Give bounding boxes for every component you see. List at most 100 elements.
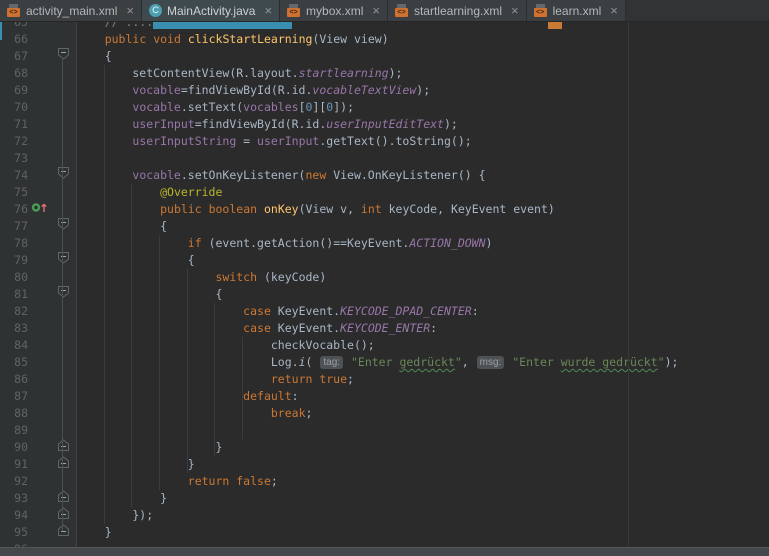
code-text: checkVocable(); bbox=[77, 338, 375, 352]
tab-activity_main-xml[interactable]: <>activity_main.xml× bbox=[0, 0, 142, 21]
constant-name: ACTION_DOWN bbox=[409, 236, 485, 250]
line-number[interactable]: 71 bbox=[0, 116, 28, 133]
code-line[interactable]: 75 @Override bbox=[0, 184, 769, 201]
code-line[interactable]: 73 bbox=[0, 150, 769, 167]
line-number[interactable]: 80 bbox=[0, 269, 28, 286]
field-name: vocable bbox=[132, 100, 180, 114]
fold-open-icon[interactable] bbox=[58, 286, 69, 303]
code-line[interactable]: 70 vocable.setText(vocables[0][0]); bbox=[0, 99, 769, 116]
code-line[interactable]: 91 } bbox=[0, 456, 769, 473]
line-number[interactable]: 93 bbox=[0, 490, 28, 507]
line-number[interactable]: 84 bbox=[0, 337, 28, 354]
line-number[interactable]: 72 bbox=[0, 133, 28, 150]
fold-open-icon[interactable] bbox=[58, 252, 69, 269]
fold-open-icon[interactable] bbox=[58, 48, 69, 65]
code-line[interactable]: 93 } bbox=[0, 490, 769, 507]
code-line[interactable]: 85 Log.i( tag: "Enter gedrückt", msg: "E… bbox=[0, 354, 769, 371]
line-number[interactable]: 94 bbox=[0, 507, 28, 524]
line-number[interactable]: 69 bbox=[0, 82, 28, 99]
code-line[interactable]: 80 switch (keyCode) bbox=[0, 269, 769, 286]
code-line[interactable]: 66 public void clickStartLearning(View v… bbox=[0, 31, 769, 48]
code-line-partial[interactable]: 65 // .... bbox=[0, 22, 769, 31]
code-line[interactable]: 74 vocable.setOnKeyListener(new View.OnK… bbox=[0, 167, 769, 184]
code-line[interactable]: 78 if (event.getAction()==KeyEvent.ACTIO… bbox=[0, 235, 769, 252]
close-tab-icon[interactable]: × bbox=[126, 4, 134, 17]
code-line[interactable]: 67 { bbox=[0, 48, 769, 65]
code-text: .setText( bbox=[181, 100, 243, 114]
gutter-icon-cell bbox=[28, 184, 50, 201]
line-number[interactable]: 92 bbox=[0, 473, 28, 490]
tab-mainactivity-java[interactable]: CMainActivity.java× bbox=[142, 0, 280, 21]
line-number[interactable]: 83 bbox=[0, 320, 28, 337]
fold-close-icon[interactable] bbox=[58, 524, 69, 541]
code-line[interactable]: 88 break; bbox=[0, 405, 769, 422]
line-number[interactable]: 68 bbox=[0, 65, 28, 82]
code-line[interactable]: 68 setContentView(R.layout.startlearning… bbox=[0, 65, 769, 82]
code-line[interactable]: 87 default: bbox=[0, 388, 769, 405]
line-number[interactable]: 86 bbox=[0, 371, 28, 388]
line-number[interactable]: 95 bbox=[0, 524, 28, 541]
code-line[interactable]: 83 case KeyEvent.KEYCODE_ENTER: bbox=[0, 320, 769, 337]
code-line[interactable]: 77 { bbox=[0, 218, 769, 235]
fold-close-icon[interactable] bbox=[58, 490, 69, 507]
code-text: : bbox=[292, 389, 299, 403]
line-number[interactable]: 74 bbox=[0, 167, 28, 184]
gutter-icon-cell bbox=[28, 133, 50, 150]
code-line[interactable]: 86 return true; bbox=[0, 371, 769, 388]
line-number[interactable]: 89 bbox=[0, 422, 28, 439]
line-number[interactable]: 85 bbox=[0, 354, 28, 371]
code-line[interactable]: 69 vocable=findViewById(R.id.vocableText… bbox=[0, 82, 769, 99]
code-line[interactable]: 82 case KeyEvent.KEYCODE_DPAD_CENTER: bbox=[0, 303, 769, 320]
gutter-icon-cell bbox=[28, 371, 50, 388]
fold-close-icon[interactable] bbox=[58, 439, 69, 456]
close-tab-icon[interactable]: × bbox=[372, 4, 380, 17]
gutter-fold-cell bbox=[50, 388, 76, 405]
line-number[interactable]: 75 bbox=[0, 184, 28, 201]
gutter-fold-cell bbox=[50, 490, 76, 507]
line-number[interactable]: 70 bbox=[0, 99, 28, 116]
close-tab-icon[interactable]: × bbox=[264, 4, 272, 17]
line-number[interactable]: 76 bbox=[0, 201, 28, 218]
xml-file-icon: <> bbox=[534, 4, 548, 17]
code-line[interactable]: 84 checkVocable(); bbox=[0, 337, 769, 354]
line-number[interactable]: 90 bbox=[0, 439, 28, 456]
code-line[interactable]: 92 return false; bbox=[0, 473, 769, 490]
close-tab-icon[interactable]: × bbox=[511, 4, 519, 17]
fold-close-icon[interactable] bbox=[58, 456, 69, 473]
code-editor[interactable]: 65 // .... 66 public void clickStartLear… bbox=[0, 22, 769, 548]
line-number[interactable]: 81 bbox=[0, 286, 28, 303]
line-number[interactable]: 87 bbox=[0, 388, 28, 405]
code-line[interactable]: 72 userInputString = userInput.getText()… bbox=[0, 133, 769, 150]
code-line[interactable]: 79 { bbox=[0, 252, 769, 269]
tab-learn-xml[interactable]: <> learn.xml × bbox=[527, 0, 626, 21]
line-number[interactable]: 88 bbox=[0, 405, 28, 422]
code-line-text: }); bbox=[76, 507, 769, 524]
line-number[interactable]: 67 bbox=[0, 48, 28, 65]
code-line[interactable]: 90 } bbox=[0, 439, 769, 456]
code-line[interactable]: 89 bbox=[0, 422, 769, 439]
code-line[interactable]: 94 }); bbox=[0, 507, 769, 524]
line-number[interactable]: 79 bbox=[0, 252, 28, 269]
gutter-icon-cell bbox=[28, 490, 50, 507]
code-text: ; bbox=[306, 406, 313, 420]
line-number[interactable]: 73 bbox=[0, 150, 28, 167]
string-literal-misspelled: gedrückt bbox=[399, 355, 454, 369]
code-line[interactable]: 76 public boolean onKey(View v, int keyC… bbox=[0, 201, 769, 218]
tab-startlearning-xml[interactable]: <>startlearning.xml× bbox=[388, 0, 527, 21]
tab-label: learn.xml bbox=[553, 4, 602, 18]
line-number[interactable]: 77 bbox=[0, 218, 28, 235]
line-number[interactable]: 91 bbox=[0, 456, 28, 473]
close-tab-icon[interactable]: × bbox=[610, 4, 618, 17]
line-number[interactable]: 65 bbox=[0, 22, 28, 23]
tab-mybox-xml[interactable]: <>mybox.xml× bbox=[280, 0, 388, 21]
fold-close-icon[interactable] bbox=[58, 507, 69, 524]
line-number[interactable]: 66 bbox=[0, 31, 28, 48]
code-line[interactable]: 95 } bbox=[0, 524, 769, 541]
fold-open-icon[interactable] bbox=[58, 167, 69, 184]
line-number[interactable]: 82 bbox=[0, 303, 28, 320]
line-number[interactable]: 78 bbox=[0, 235, 28, 252]
fold-open-icon[interactable] bbox=[58, 218, 69, 235]
overrides-method-icon bbox=[31, 201, 48, 219]
code-line[interactable]: 81 { bbox=[0, 286, 769, 303]
code-line[interactable]: 71 userInput=findViewById(R.id.userInput… bbox=[0, 116, 769, 133]
